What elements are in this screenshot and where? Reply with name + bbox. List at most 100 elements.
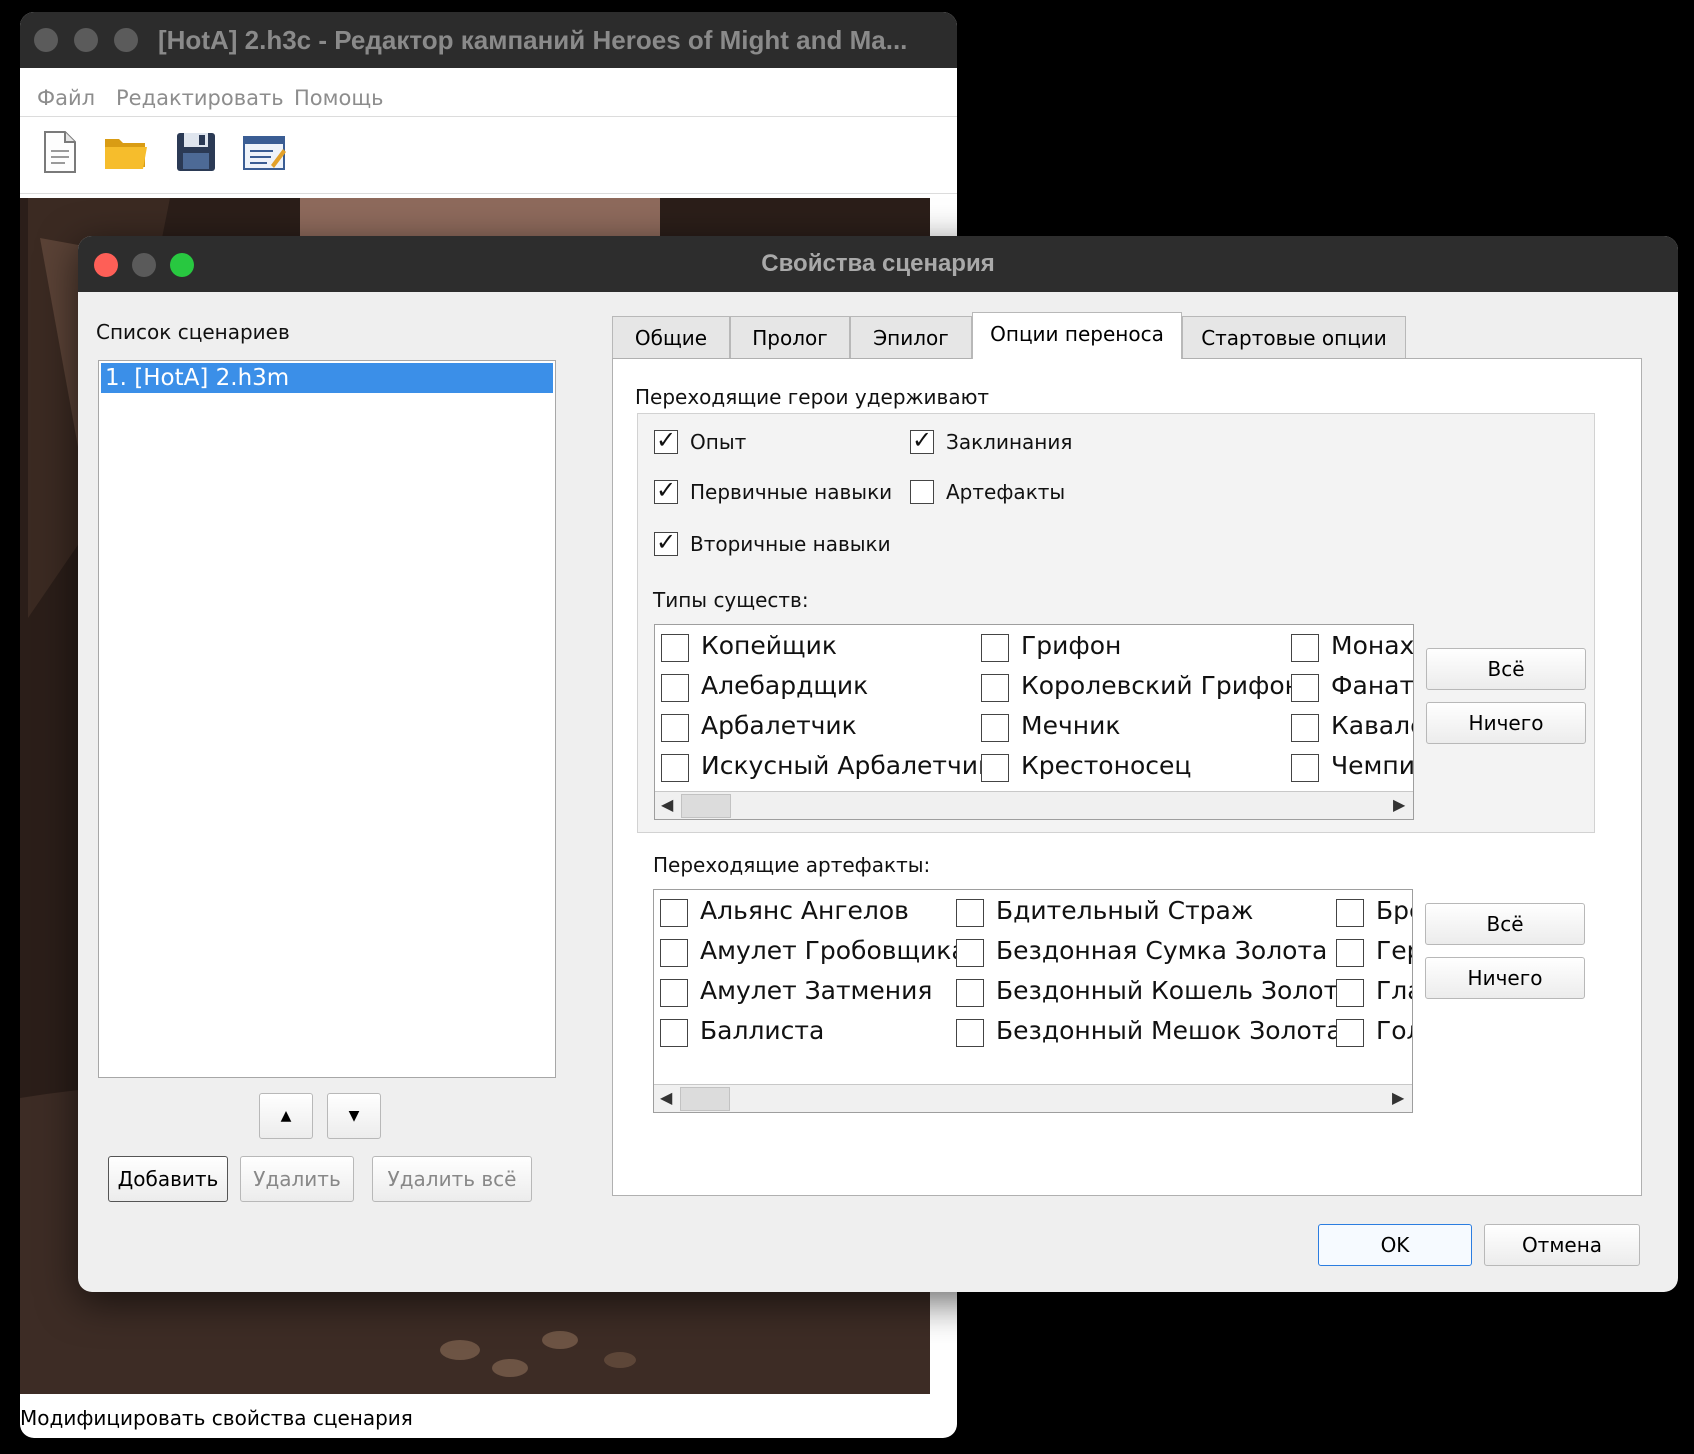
tab-starting-options[interactable]: Стартовые опции xyxy=(1182,316,1406,358)
artifact-checkbox[interactable] xyxy=(660,1019,688,1047)
artifact-checkbox[interactable] xyxy=(1336,979,1364,1007)
menubar: Файл Редактировать Помощь xyxy=(20,68,957,117)
cancel-button[interactable]: Отмена xyxy=(1484,1224,1640,1266)
creature-label: Монах xyxy=(1331,631,1414,660)
secondary-skills-checkbox[interactable] xyxy=(654,528,678,556)
creature-checkbox[interactable] xyxy=(981,754,1009,782)
creature-checkbox[interactable] xyxy=(661,714,689,742)
creatures-select-none-button[interactable]: Ничего xyxy=(1426,702,1586,744)
creatures-select-all-button[interactable]: Всё xyxy=(1426,648,1586,690)
creature-label: Арбалетчик xyxy=(701,711,857,740)
artifact-checkbox[interactable] xyxy=(660,899,688,927)
properties-icon[interactable] xyxy=(241,129,287,175)
artifact-label: Бре xyxy=(1376,896,1412,925)
experience-label: Опыт xyxy=(690,430,747,454)
creature-types-list[interactable]: Копейщик Алебардщик Арбалетчик Искусный … xyxy=(654,624,1414,820)
scrollbar-thumb[interactable] xyxy=(681,794,731,818)
artifact-list-scrollbar[interactable]: ◀ ▶ xyxy=(654,1084,1412,1112)
artifact-checkbox[interactable] xyxy=(1336,939,1364,967)
toolbar xyxy=(20,117,957,194)
artifacts-select-all-button[interactable]: Всё xyxy=(1425,903,1585,945)
delete-all-scenarios-button[interactable]: Удалить всё xyxy=(372,1156,532,1202)
artifact-checkbox[interactable] xyxy=(660,979,688,1007)
creature-label: Грифон xyxy=(1021,631,1122,660)
creature-checkbox[interactable] xyxy=(1291,674,1319,702)
creature-checkbox[interactable] xyxy=(1291,754,1319,782)
close-window-button[interactable] xyxy=(34,28,58,52)
artifacts-keep-label: Артефакты xyxy=(946,480,1066,504)
move-down-button[interactable]: ▼ xyxy=(327,1093,381,1139)
scenario-properties-dialog: Свойства сценария Список сценариев 1. [H… xyxy=(78,236,1678,1292)
creature-checkbox[interactable] xyxy=(661,634,689,662)
scenario-list-item[interactable]: 1. [HotA] 2.h3m xyxy=(101,363,553,393)
heroes-keep-label: Переходящие герои удерживают xyxy=(635,385,990,409)
creature-checkbox[interactable] xyxy=(661,674,689,702)
creature-checkbox[interactable] xyxy=(1291,714,1319,742)
artifacts-checkbox[interactable] xyxy=(910,480,934,504)
creature-checkbox[interactable] xyxy=(981,634,1009,662)
open-folder-icon[interactable] xyxy=(103,129,149,175)
tab-transfer-options[interactable]: Опции переноса xyxy=(972,312,1182,359)
menu-edit[interactable]: Редактировать xyxy=(116,86,284,110)
creature-label: Королевский Грифон xyxy=(1021,671,1301,700)
status-bar-text: Модифицировать свойства сценария xyxy=(20,1406,413,1430)
menu-help[interactable]: Помощь xyxy=(294,86,384,110)
artifact-checkbox[interactable] xyxy=(956,939,984,967)
creature-checkbox[interactable] xyxy=(661,754,689,782)
dialog-titlebar: Свойства сценария xyxy=(78,236,1678,292)
move-up-button[interactable]: ▲ xyxy=(259,1093,313,1139)
zoom-window-button[interactable] xyxy=(114,28,138,52)
artifact-label: Бдительный Страж xyxy=(996,896,1254,925)
minimize-window-button[interactable] xyxy=(74,28,98,52)
creature-checkbox[interactable] xyxy=(1291,634,1319,662)
artifact-checkbox[interactable] xyxy=(660,939,688,967)
tab-epilogue[interactable]: Эпилог xyxy=(850,316,972,358)
artifacts-select-none-button[interactable]: Ничего xyxy=(1425,957,1585,999)
scroll-right-icon[interactable]: ▶ xyxy=(1392,1088,1404,1107)
tab-prologue[interactable]: Пролог xyxy=(730,316,850,358)
tab-general[interactable]: Общие xyxy=(612,316,730,358)
creature-label: Кавале xyxy=(1331,711,1413,740)
transfer-artifacts-label: Переходящие артефакты: xyxy=(653,853,931,877)
delete-scenario-button[interactable]: Удалить xyxy=(240,1156,354,1202)
artifact-checkbox[interactable] xyxy=(956,979,984,1007)
artifact-checkbox[interactable] xyxy=(1336,1019,1364,1047)
creature-label: Искусный Арбалетчик xyxy=(701,751,994,780)
scroll-right-icon[interactable]: ▶ xyxy=(1393,795,1405,814)
creature-list-scrollbar[interactable]: ◀ ▶ xyxy=(655,791,1413,819)
scroll-left-icon[interactable]: ◀ xyxy=(660,1088,672,1107)
arrow-down-icon: ▼ xyxy=(348,1108,360,1124)
save-disk-icon[interactable] xyxy=(173,129,219,175)
artifact-checkbox[interactable] xyxy=(1336,899,1364,927)
scroll-left-icon[interactable]: ◀ xyxy=(661,795,673,814)
new-file-icon[interactable] xyxy=(37,129,83,175)
add-scenario-button[interactable]: Добавить xyxy=(108,1156,228,1202)
creature-label: Алебардщик xyxy=(701,671,869,700)
spells-checkbox[interactable] xyxy=(910,426,934,454)
creature-checkbox[interactable] xyxy=(981,674,1009,702)
dialog-title: Свойства сценария xyxy=(761,250,995,277)
artifact-label: Амулет Затмения xyxy=(700,976,933,1005)
scenario-listbox[interactable]: 1. [HotA] 2.h3m xyxy=(98,360,556,1078)
heroes-keep-group: Опыт Заклинания Первичные навыки Артефак… xyxy=(637,413,1595,833)
primary-skills-label: Первичные навыки xyxy=(690,480,893,504)
experience-checkbox[interactable] xyxy=(654,426,678,454)
arrow-up-icon: ▲ xyxy=(280,1108,292,1124)
artifact-checkbox[interactable] xyxy=(956,1019,984,1047)
transfer-artifacts-list[interactable]: Альянс Ангелов Амулет Гробовщика Амулет … xyxy=(653,889,1413,1113)
ok-button[interactable]: OK xyxy=(1318,1224,1472,1266)
menu-file[interactable]: Файл xyxy=(37,86,95,110)
primary-skills-checkbox[interactable] xyxy=(654,476,678,504)
artifact-label: Бездонный Мешок Золота xyxy=(996,1016,1342,1045)
scenario-list-label: Список сценариев xyxy=(96,320,290,344)
artifact-label: Баллиста xyxy=(700,1016,825,1045)
main-titlebar: [HotA] 2.h3c - Редактор кампаний Heroes … xyxy=(20,12,957,68)
spells-label: Заклинания xyxy=(946,430,1073,454)
artifact-checkbox[interactable] xyxy=(956,899,984,927)
creature-label: Фанати xyxy=(1331,671,1414,700)
scrollbar-thumb[interactable] xyxy=(680,1087,730,1111)
secondary-skills-label: Вторичные навыки xyxy=(690,532,891,556)
creature-checkbox[interactable] xyxy=(981,714,1009,742)
artifact-label: Бездонная Сумка Золота xyxy=(996,936,1328,965)
transfer-options-panel: Переходящие герои удерживают Опыт Заклин… xyxy=(612,358,1642,1196)
